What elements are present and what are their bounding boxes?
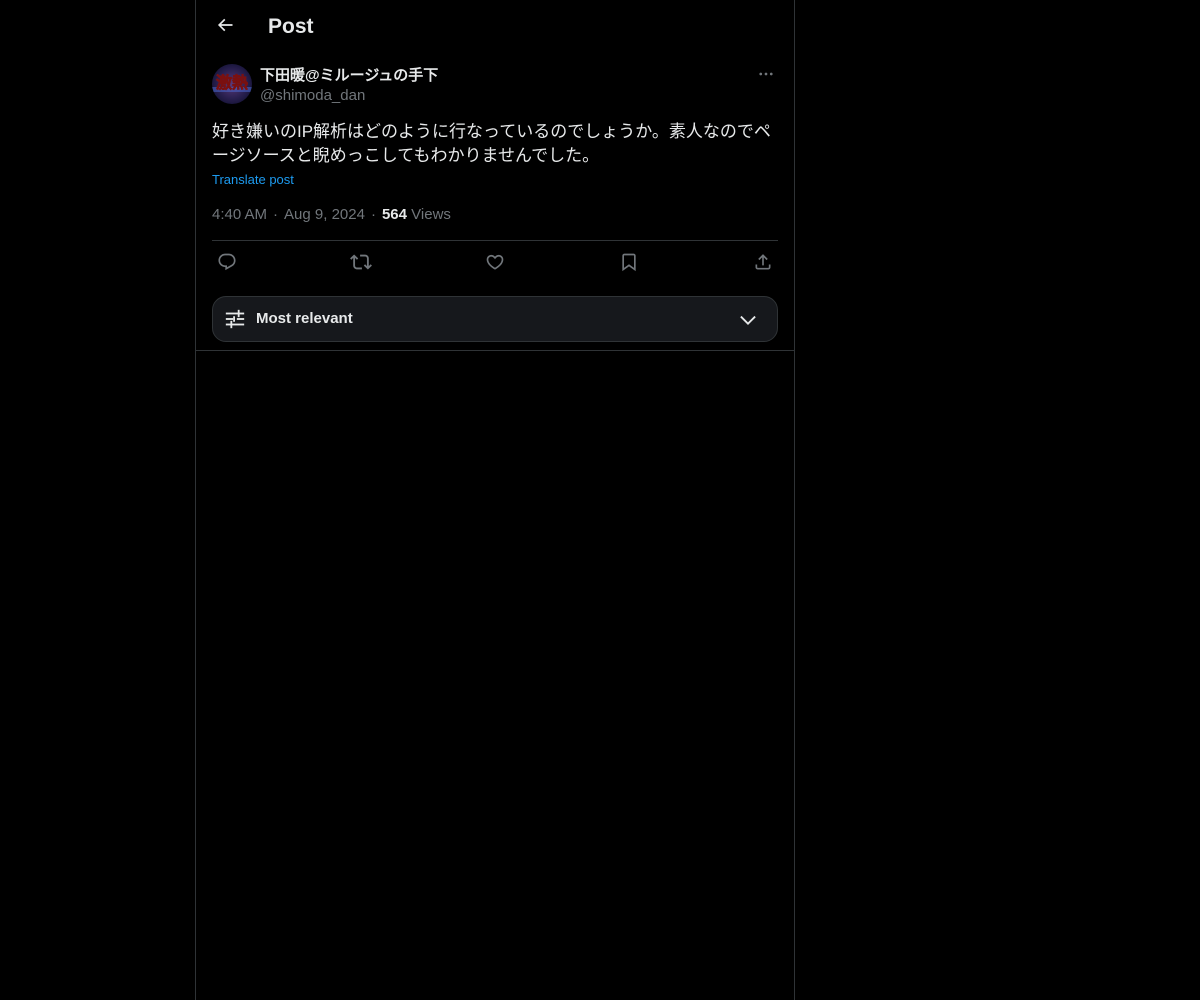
author-name[interactable]: 下田暖@ミルージュの手下 (260, 66, 438, 86)
svg-text:激熱: 激熱 (216, 73, 248, 92)
post-date[interactable]: Aug 9, 2024 (284, 206, 365, 223)
like-button[interactable] (480, 250, 510, 278)
post-text: 好き嫌いのIP解析はどのように行なっているのでしょうか。素人なのでペ ージソース… (212, 122, 771, 165)
avatar[interactable]: 激熱 (212, 64, 252, 104)
repost-button[interactable] (346, 250, 376, 278)
post-column: Post 激熱 下田暖@ミルージュの手下 @shimoda_dan 好き嫌いのI… (195, 0, 795, 1000)
reply-sort-dropdown[interactable]: Most relevant (212, 296, 778, 342)
page-title: Post (268, 15, 314, 38)
share-icon (753, 252, 773, 277)
section-divider (196, 350, 794, 351)
more-options-button[interactable] (754, 64, 778, 88)
reply-icon (217, 252, 237, 277)
more-horizontal-icon (757, 65, 775, 88)
views-count: 564 (381, 206, 407, 223)
post-divider (212, 240, 778, 241)
translate-post-link[interactable]: Translate post (212, 171, 294, 189)
page-header: Post (196, 0, 794, 53)
views-label: Views (411, 206, 451, 223)
author-handle[interactable]: @shimoda_dan (260, 86, 365, 106)
bookmark-button[interactable] (614, 250, 644, 278)
meta-separator: · (370, 206, 376, 223)
bookmark-icon (619, 251, 639, 278)
repost-icon (350, 251, 372, 278)
post-actions (212, 250, 778, 278)
meta-separator: · (273, 206, 279, 223)
filter-sliders-icon (223, 307, 247, 331)
like-icon (485, 252, 505, 277)
arrow-left-icon (215, 15, 235, 40)
post-time[interactable]: 4:40 AM (212, 206, 267, 223)
sort-label: Most relevant (256, 310, 353, 327)
reply-button[interactable] (212, 250, 242, 278)
share-button[interactable] (748, 250, 778, 278)
chevron-down-icon (737, 309, 759, 331)
back-button[interactable] (208, 10, 242, 44)
post-meta: 4:40 AM · Aug 9, 2024 · 564 Views (212, 205, 451, 225)
